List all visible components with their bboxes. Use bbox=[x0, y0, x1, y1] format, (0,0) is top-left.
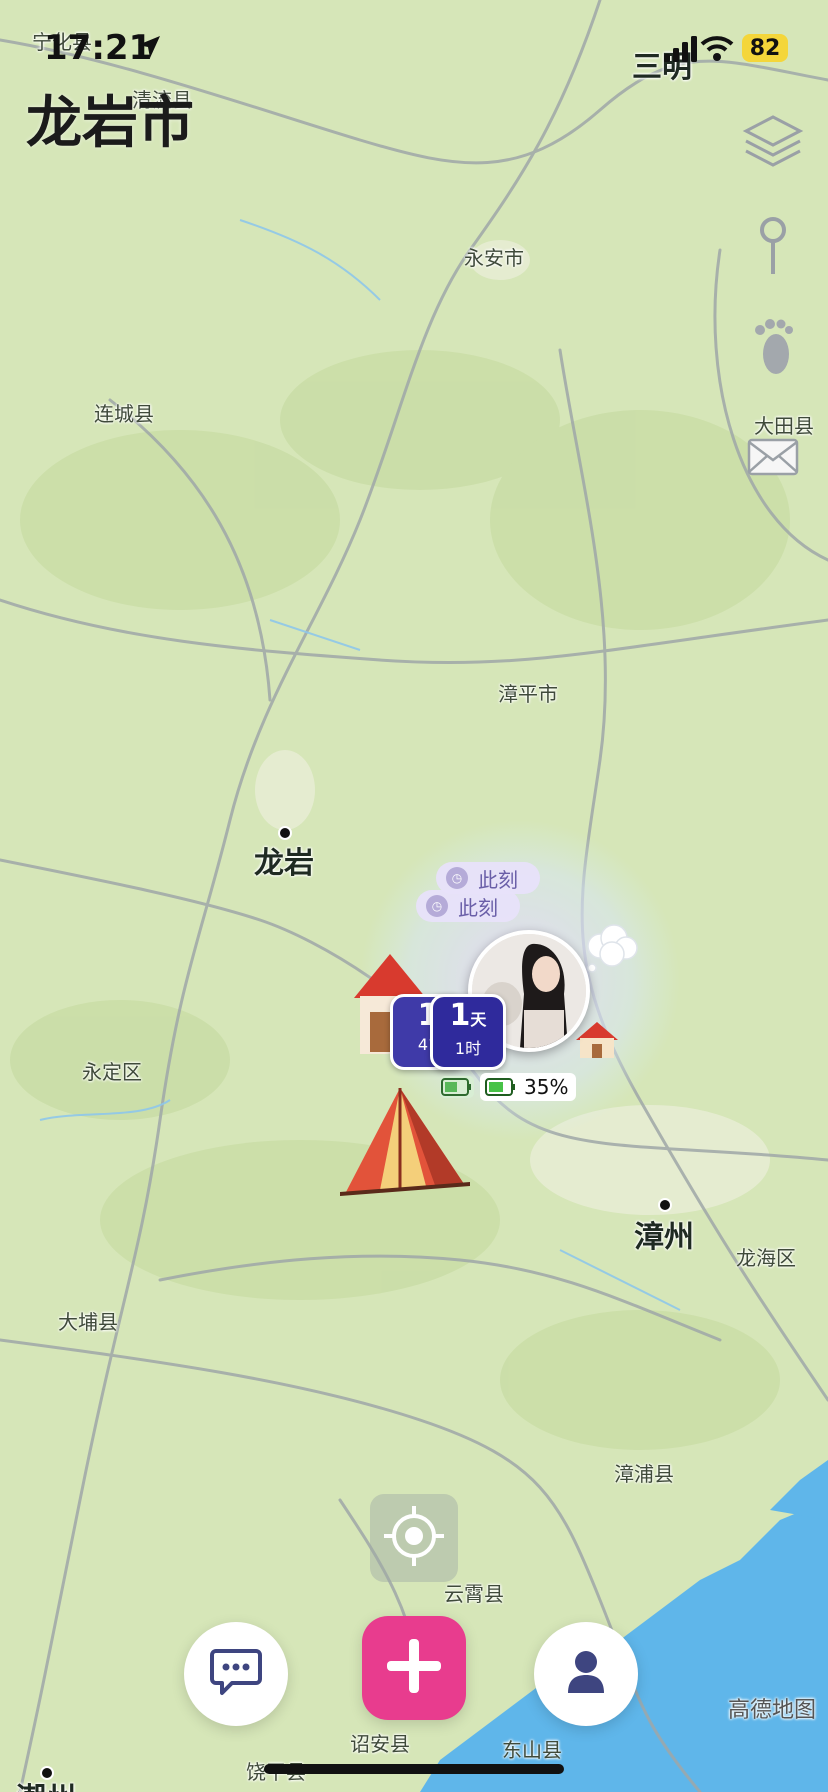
location-arrow-icon bbox=[136, 34, 162, 64]
home-indicator bbox=[264, 1764, 564, 1774]
mail-icon bbox=[747, 438, 799, 480]
profile-button[interactable] bbox=[534, 1622, 638, 1726]
now-label-text: 此刻 bbox=[478, 867, 518, 892]
locate-me-button[interactable] bbox=[370, 1494, 458, 1582]
badge-days-unit: 天 bbox=[470, 1010, 487, 1029]
profile-icon bbox=[566, 1649, 606, 1699]
map-attribution: 高德地图 bbox=[728, 1698, 817, 1723]
signal-icon bbox=[664, 34, 700, 66]
place-label-yongding: 永定区 bbox=[82, 1060, 142, 1084]
battery-status-chip: 35% bbox=[480, 1073, 577, 1101]
pin-button[interactable] bbox=[738, 214, 808, 284]
city-dot-zhangzhou bbox=[658, 1198, 672, 1212]
place-label-yunxiao: 云霄县 bbox=[444, 1582, 504, 1606]
battery-status-row: 35% bbox=[440, 1072, 577, 1102]
battery-level: 82 bbox=[749, 35, 781, 61]
clock-icon: ◷ bbox=[426, 895, 448, 917]
place-label-longyan: 龙岩 bbox=[254, 846, 314, 881]
chat-button[interactable] bbox=[184, 1622, 288, 1726]
duration-badge[interactable]: 1天 1时 bbox=[430, 994, 506, 1070]
place-label-longhai: 龙海区 bbox=[736, 1246, 796, 1270]
thought-bubble-icon bbox=[584, 924, 640, 978]
layers-icon bbox=[742, 113, 804, 177]
battery-icon-green bbox=[485, 1078, 515, 1096]
chat-icon bbox=[210, 1647, 262, 1701]
badge-days: 1 bbox=[449, 998, 471, 1033]
battery-icon: 82 bbox=[742, 34, 788, 62]
page-title: 龙岩市 bbox=[26, 91, 194, 156]
layers-button[interactable] bbox=[738, 110, 808, 180]
mail-button[interactable] bbox=[738, 424, 808, 494]
place-label-zhangpu: 漳浦县 bbox=[614, 1462, 674, 1486]
pin-icon bbox=[756, 216, 790, 282]
battery-icon-old bbox=[440, 1076, 474, 1098]
small-house-marker-icon[interactable] bbox=[574, 1020, 620, 1064]
now-label-text: 此刻 bbox=[458, 895, 498, 920]
place-label-chaozhou: 潮州 bbox=[16, 1774, 76, 1792]
place-label-liancheng: 连城县 bbox=[94, 402, 154, 426]
crosshair-icon bbox=[382, 1504, 446, 1572]
badge-hours: 1时 bbox=[454, 1039, 482, 1058]
battery-percent: 35% bbox=[524, 1075, 569, 1099]
place-label-dapu: 大埔县 bbox=[58, 1310, 118, 1334]
place-label-zhangping: 漳平市 bbox=[498, 682, 558, 706]
place-label-yongan: 永安市 bbox=[464, 246, 524, 270]
place-label-dongshan: 东山县 bbox=[502, 1738, 562, 1762]
plus-icon bbox=[385, 1637, 443, 1699]
now-label-front[interactable]: ◷ 此刻 bbox=[416, 890, 520, 922]
wifi-icon bbox=[700, 34, 734, 66]
footprint-icon bbox=[750, 318, 796, 384]
add-button[interactable] bbox=[362, 1616, 466, 1720]
place-label-zhaoan: 诏安县 bbox=[350, 1732, 410, 1756]
place-label-zhangzhou: 漳州 bbox=[634, 1220, 694, 1255]
clock-icon: ◷ bbox=[446, 867, 468, 889]
footprint-button[interactable] bbox=[738, 316, 808, 386]
